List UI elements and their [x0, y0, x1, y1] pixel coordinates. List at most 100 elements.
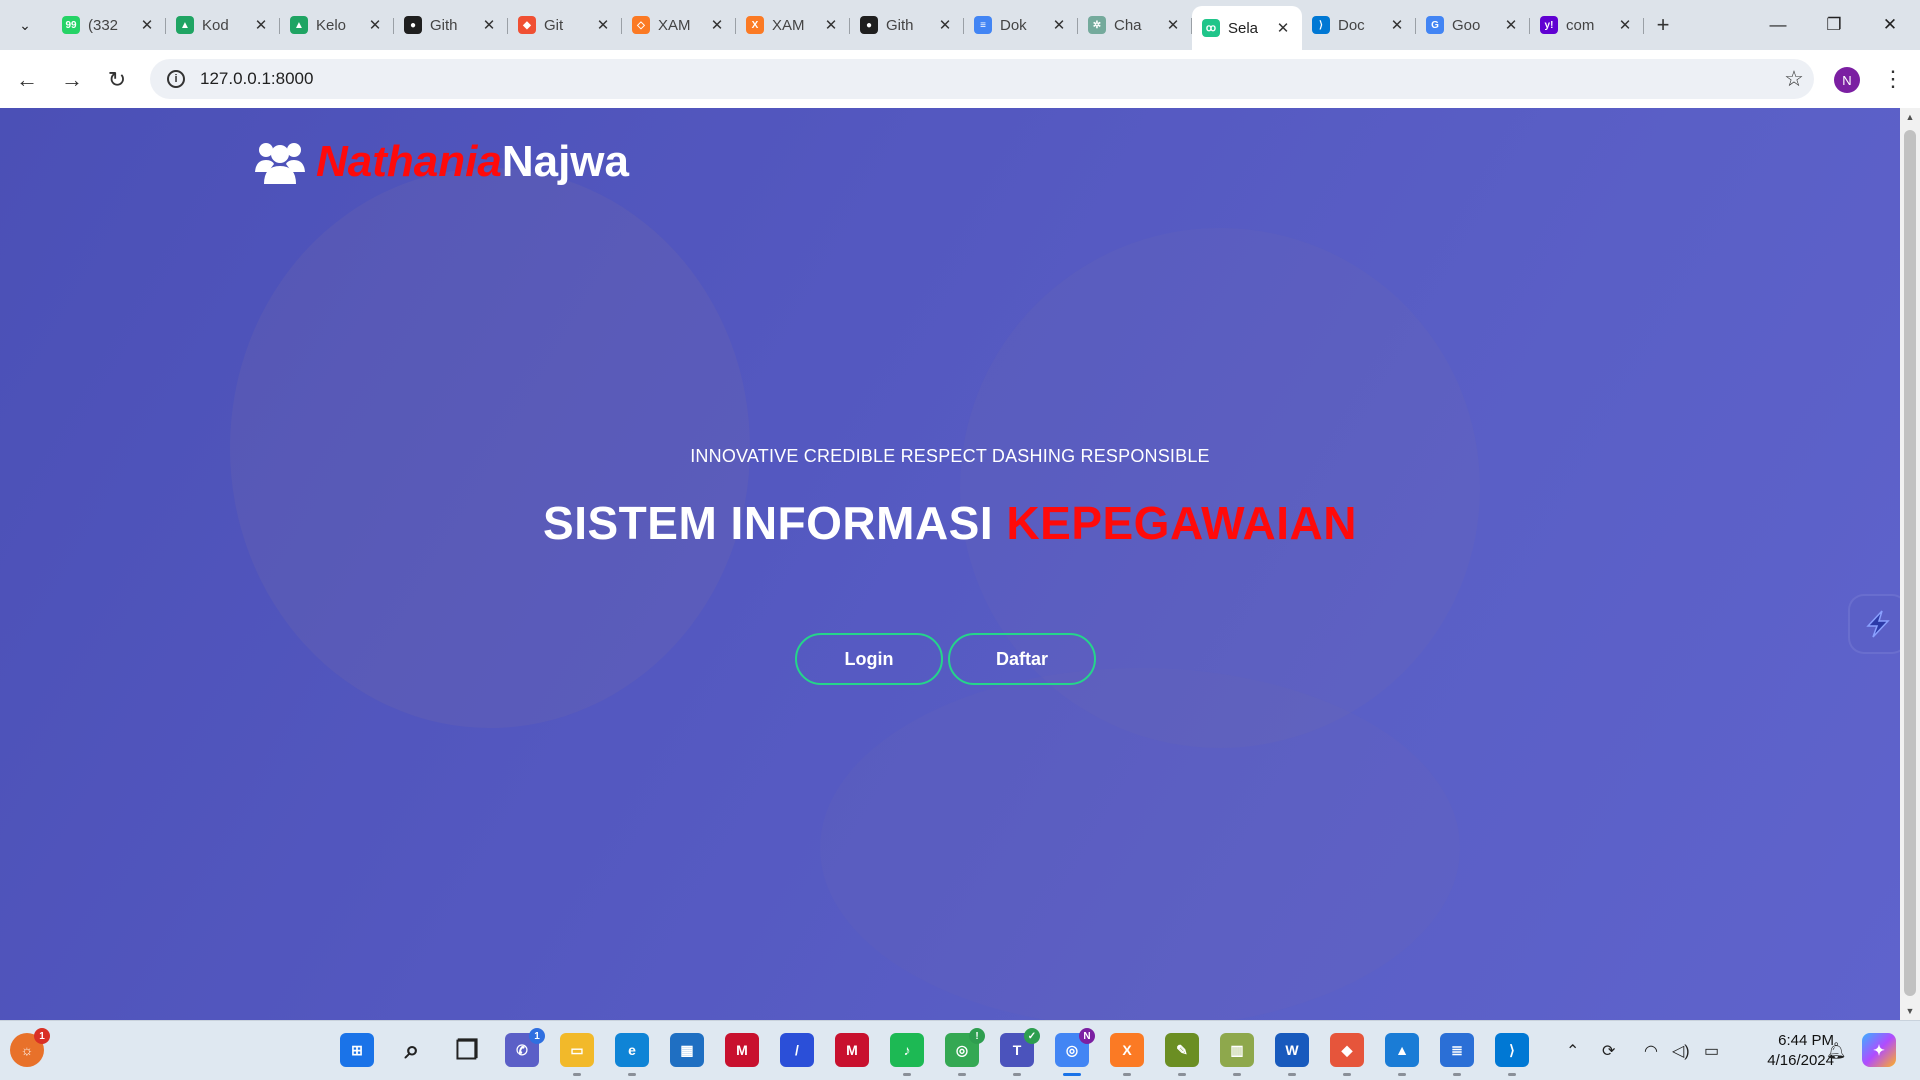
google-icon: G [1426, 16, 1444, 34]
tab-close-icon[interactable]: ✕ [252, 16, 270, 34]
taskbar-badge: ✓ [1024, 1028, 1040, 1044]
scroll-down-arrow[interactable]: ▼ [1900, 1002, 1920, 1020]
file-explorer-icon[interactable]: ▭ [560, 1033, 594, 1076]
back-button[interactable]: ← [10, 63, 44, 97]
floating-widget-button[interactable] [1850, 596, 1900, 652]
lightning-icon [1866, 610, 1890, 638]
tab-close-icon[interactable]: ✕ [138, 16, 156, 34]
brand-logo[interactable]: Nathania Najwa [254, 134, 629, 190]
tab-close-icon[interactable]: ✕ [1050, 16, 1068, 34]
browser-tab[interactable]: y! com ✕ [1530, 6, 1644, 44]
battery-icon[interactable]: ▭ [1704, 1021, 1719, 1080]
tab-close-icon[interactable]: ✕ [1388, 16, 1406, 34]
app-icon[interactable]: / [780, 1033, 814, 1067]
profile-avatar[interactable]: N [1834, 67, 1860, 93]
tab-close-icon[interactable]: ✕ [594, 16, 612, 34]
chrome-icon[interactable]: ◎! [945, 1028, 985, 1076]
browser-tab[interactable]: X XAM ✕ [736, 6, 850, 44]
browser-tab[interactable]: ◆ Git ✕ [508, 6, 622, 44]
scroll-up-arrow[interactable]: ▲ [1900, 108, 1920, 126]
running-indicator [1178, 1073, 1186, 1076]
tab-close-icon[interactable]: ✕ [1616, 16, 1634, 34]
teams-icon[interactable]: T ✓ [1000, 1028, 1040, 1076]
xampp-icon: ◇ [632, 16, 650, 34]
tab-close-icon[interactable]: ✕ [366, 16, 384, 34]
task-view-icon[interactable]: ❐ [450, 1033, 484, 1067]
tab-close-icon[interactable]: ✕ [936, 16, 954, 34]
reload-button[interactable]: ↻ [100, 63, 134, 97]
clock-time: 6:44 PM [1778, 1032, 1834, 1049]
browser-tab[interactable]: ✲ Cha ✕ [1078, 6, 1192, 44]
git-icon[interactable]: ◆ [1330, 1033, 1364, 1076]
running-indicator [1013, 1073, 1021, 1076]
vscode-icon: ⟩ [1312, 16, 1330, 34]
bookmark-star-icon[interactable]: ☆ [1774, 66, 1814, 92]
browser-tab[interactable]: 99 (332 ✕ [52, 6, 166, 44]
browser-tab[interactable]: ▲ Kelo ✕ [280, 6, 394, 44]
restore-button[interactable]: ❐ [1806, 0, 1862, 50]
mcafee-icon[interactable]: M [835, 1033, 869, 1067]
login-button[interactable]: Login [795, 633, 943, 685]
xampp-icon[interactable]: X [1110, 1033, 1144, 1076]
notification-bell-icon[interactable]: 🔔︎ [1826, 1021, 1846, 1080]
register-button[interactable]: Daftar [948, 633, 1096, 685]
url-text[interactable]: 127.0.0.1:8000 [200, 69, 1774, 89]
site-info-icon[interactable]: i [156, 70, 196, 88]
forward-button[interactable]: → [55, 63, 89, 97]
new-tab-button[interactable]: + [1648, 10, 1678, 40]
notepad-icon[interactable]: ≣ [1440, 1033, 1474, 1076]
tab-close-icon[interactable]: ✕ [1164, 16, 1182, 34]
spotify-icon[interactable]: ♪ [890, 1033, 924, 1076]
vscode-icon[interactable]: ⟩ [1495, 1033, 1529, 1076]
tab-close-icon[interactable]: ✕ [1274, 19, 1292, 37]
browser-tab[interactable]: ◇ XAM ✕ [622, 6, 736, 44]
tab-search-button[interactable]: ⌄ [8, 10, 42, 40]
start-icon[interactable]: ⊞ [340, 1033, 374, 1067]
app-icon[interactable]: ✎ [1165, 1033, 1199, 1076]
browser-tab[interactable]: ▲ Kod ✕ [166, 6, 280, 44]
system-clock[interactable]: 6:44 PM 4/16/2024 [1740, 1031, 1834, 1071]
tab-title: XAM [772, 16, 805, 34]
browser-tab[interactable]: ⟩ Doc ✕ [1302, 6, 1416, 44]
taskbar-app-glyph: ♪ [903, 1042, 911, 1058]
browser-menu-button[interactable]: ⋮ [1878, 64, 1908, 94]
taskbar-app-glyph: ⟩ [1509, 1041, 1515, 1058]
volume-icon[interactable]: ◁) [1672, 1021, 1690, 1080]
taskbar: ☼ 1 ⊞ ⌕ ❐ ✆ 1 ▭ e ▦ M / M ♪ ◎! T ✓ ◎ N X ✎ ▥ W ◆ ▲ ≣ ⟩ ⌃ ⟳ ◠ ◁) ▭… [0, 1020, 1920, 1080]
browser-tab[interactable]: ● Gith ✕ [850, 6, 964, 44]
word-icon[interactable]: W [1275, 1033, 1309, 1076]
users-icon [255, 143, 305, 184]
tab-close-icon[interactable]: ✕ [822, 16, 840, 34]
edge-icon[interactable]: e [615, 1033, 649, 1076]
chrome-icon[interactable]: ◎ N [1055, 1028, 1095, 1076]
sync-icon[interactable]: ⟳ [1602, 1021, 1615, 1080]
tab-title: Doc [1338, 16, 1365, 34]
google-docs-icon: ≡ [974, 16, 992, 34]
copilot-icon[interactable]: ✦ [1862, 1033, 1896, 1067]
scroll-thumb[interactable] [1904, 130, 1916, 996]
browser-tab[interactable]: ꝏ Sela ✕ [1192, 6, 1302, 50]
tab-close-icon[interactable]: ✕ [708, 16, 726, 34]
photos-icon[interactable]: ▲ [1385, 1033, 1419, 1076]
wifi-icon[interactable]: ◠ [1644, 1021, 1658, 1080]
search-icon[interactable]: ⌕ [395, 1033, 429, 1067]
app-icon[interactable]: ▥ [1220, 1033, 1254, 1076]
address-bar[interactable]: i 127.0.0.1:8000 ☆ [150, 59, 1814, 99]
taskbar-app-glyph: ❐ [455, 1034, 479, 1065]
weather-widget-icon[interactable]: ☼ 1 [10, 1028, 50, 1067]
browser-tab[interactable]: ≡ Dok ✕ [964, 6, 1078, 44]
tab-close-icon[interactable]: ✕ [1502, 16, 1520, 34]
store-icon[interactable]: ▦ [670, 1033, 704, 1067]
tab-close-icon[interactable]: ✕ [480, 16, 498, 34]
mcafee-icon[interactable]: M [725, 1033, 759, 1067]
running-indicator [1453, 1073, 1461, 1076]
teams-chat-icon[interactable]: ✆ 1 [505, 1028, 545, 1067]
running-indicator [1288, 1073, 1296, 1076]
show-hidden-icons-button[interactable]: ⌃ [1566, 1021, 1579, 1080]
page-scrollbar[interactable]: ▲ ▼ [1900, 108, 1920, 1020]
minimize-button[interactable]: — [1750, 0, 1806, 50]
browser-tab[interactable]: G Goo ✕ [1416, 6, 1530, 44]
tab-title: Dok [1000, 16, 1027, 34]
browser-tab[interactable]: ● Gith ✕ [394, 6, 508, 44]
close-window-button[interactable]: ✕ [1862, 0, 1918, 50]
